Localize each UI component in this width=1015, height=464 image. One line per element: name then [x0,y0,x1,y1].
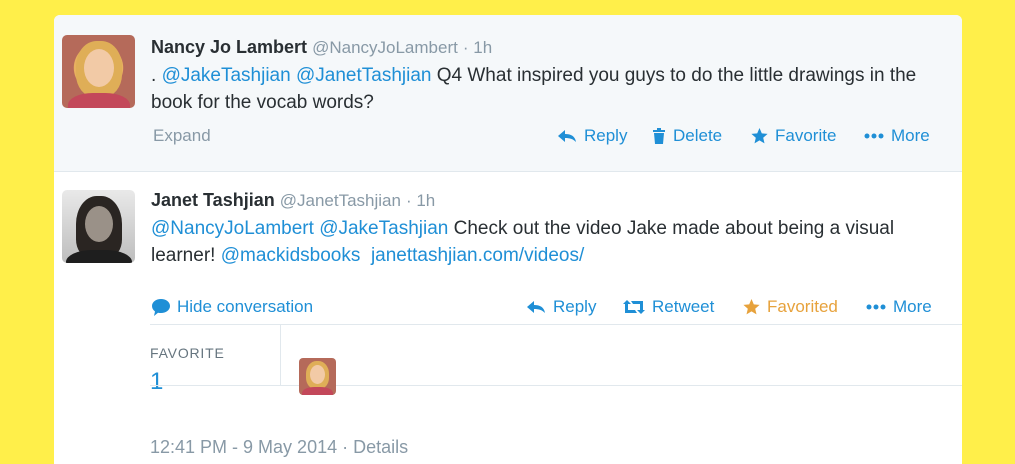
star-icon [751,128,768,144]
tweet-janet[interactable]: Janet Tashjian @JanetTashjian · 1h @Nanc… [54,172,962,464]
reply-icon [558,130,576,142]
tweet-timestamp-details[interactable]: 12:41 PM - 9 May 2014 · Details [150,437,408,458]
more-dots-icon [866,304,886,310]
reply-label: Reply [584,126,628,145]
more-label: More [891,126,930,145]
reply-label: Reply [553,297,597,316]
reply-icon [527,301,545,313]
author-handle[interactable]: @JanetTashjian [280,191,401,210]
more-button[interactable]: More [864,126,930,146]
retweet-button[interactable]: Retweet [623,297,714,317]
text-prefix: . [151,65,162,86]
favorite-stat-label: FAVORITE [150,345,225,361]
reply-button[interactable]: Reply [557,126,627,146]
author-handle[interactable]: @NancyJoLambert [312,38,458,57]
tweet-card: Nancy Jo Lambert @NancyJoLambert · 1h . … [54,15,962,464]
tweet-nancy[interactable]: Nancy Jo Lambert @NancyJoLambert · 1h . … [54,15,962,172]
favoriter-avatar[interactable] [299,358,336,395]
author-name[interactable]: Nancy Jo Lambert [151,37,307,57]
hide-conversation-link[interactable]: Hide conversation [152,297,313,317]
tweet-time[interactable]: · 1h [406,191,435,210]
stats-divider [280,324,281,385]
mention-link[interactable]: @JanetTashjian [296,65,431,86]
more-dots-icon [864,133,884,139]
favorite-button[interactable]: Favorite [751,126,836,146]
favorite-label: Favorite [775,126,837,145]
tweet-actions: Hide conversation Reply Retweet Favorite… [54,297,962,321]
favorited-button[interactable]: Favorited [743,297,838,317]
speech-bubble-icon [152,298,170,316]
hide-conversation-label: Hide conversation [177,297,314,316]
tweet-stats: FAVORITE 1 [150,324,962,402]
stats-bottom-divider [150,385,962,386]
url-link[interactable]: janettashjian.com/videos/ [371,245,584,266]
stats-top-divider [150,324,962,325]
more-label: More [893,297,932,316]
star-icon [743,299,760,315]
tweet-actions: Expand Reply Delete Favorite More [54,126,962,150]
expand-link[interactable]: Expand [153,126,211,146]
avatar[interactable] [62,190,135,263]
mention-link[interactable]: @JakeTashjian [162,65,291,86]
delete-label: Delete [673,126,723,145]
mention-link[interactable]: @JakeTashjian [319,218,448,239]
avatar[interactable] [62,35,135,108]
author-name[interactable]: Janet Tashjian [151,190,275,210]
favorite-stat-count[interactable]: 1 [150,368,163,396]
retweet-icon [623,300,645,314]
tweet-header: Nancy Jo Lambert @NancyJoLambert · 1h [151,37,492,58]
reply-button[interactable]: Reply [526,297,596,317]
tweet-header: Janet Tashjian @JanetTashjian · 1h [151,190,435,211]
tweet-text: . @JakeTashjian @JanetTashjian Q4 What i… [151,62,951,116]
mention-link[interactable]: @NancyJoLambert [151,218,314,239]
favorited-label: Favorited [767,297,838,316]
mention-link[interactable]: @mackidsbooks [221,245,361,266]
retweet-label: Retweet [652,297,715,316]
trash-icon [653,128,665,144]
tweet-time[interactable]: · 1h [463,38,492,57]
more-button[interactable]: More [866,297,932,317]
tweet-text: @NancyJoLambert @JakeTashjian Check out … [151,215,951,269]
delete-button[interactable]: Delete [652,126,722,146]
